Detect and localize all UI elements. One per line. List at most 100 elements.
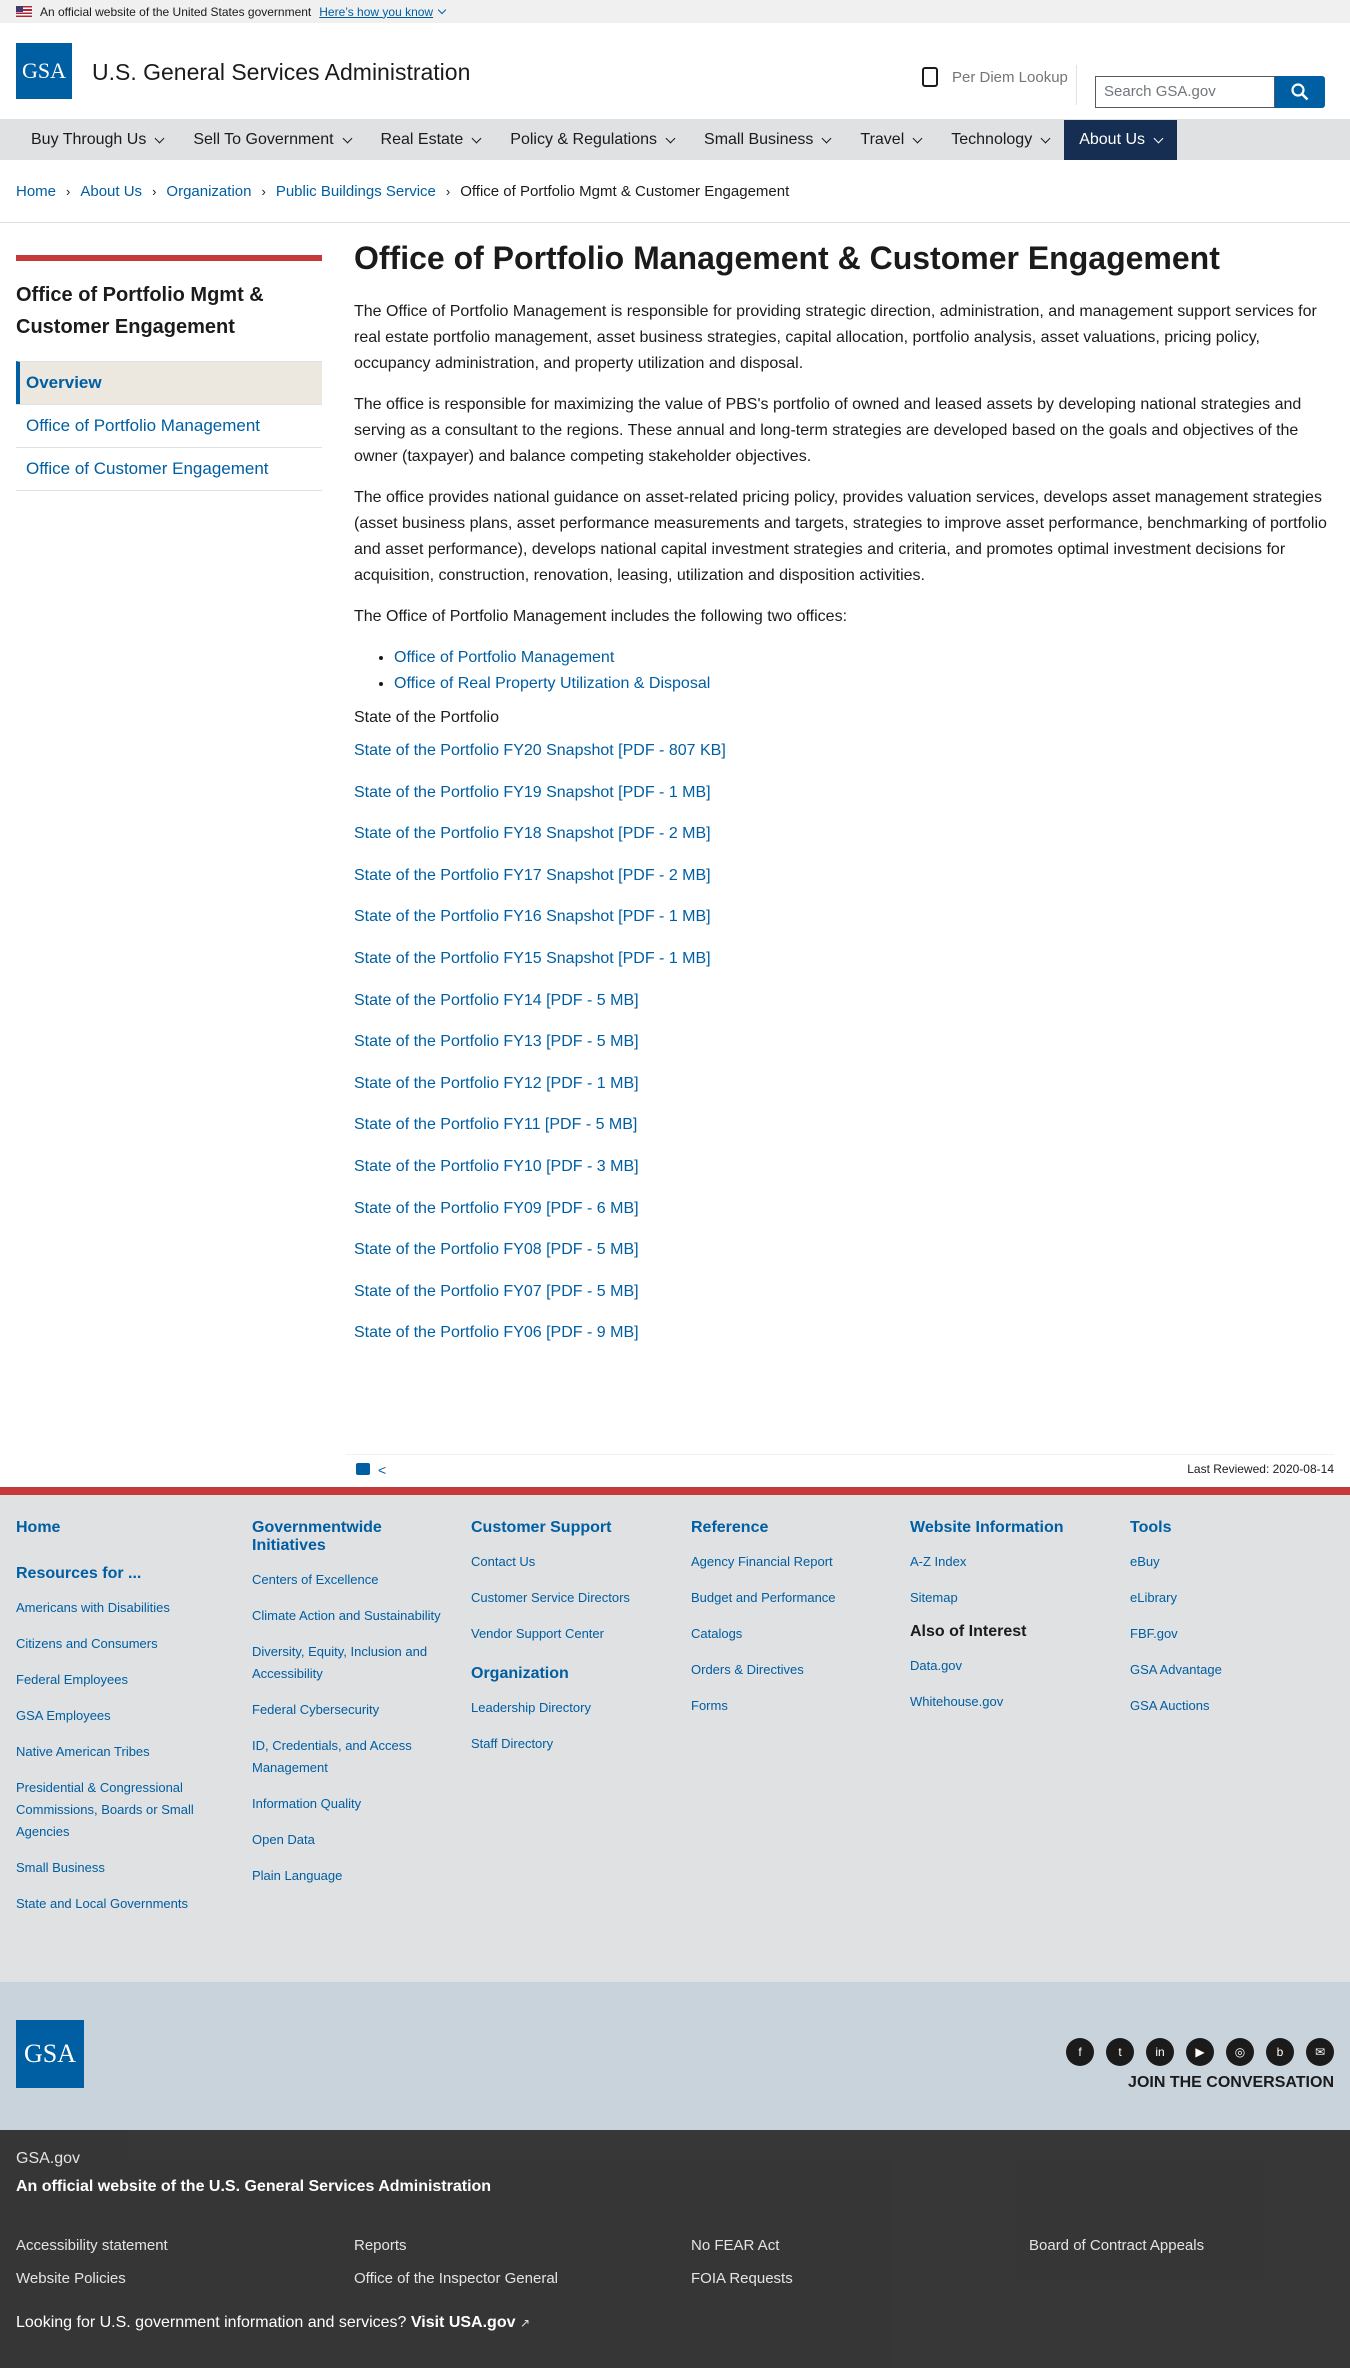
footer-link[interactable]: State and Local Governments — [16, 1893, 216, 1915]
nav-real-estate[interactable]: Real Estate — [366, 120, 496, 160]
report-link[interactable]: State of the Portfolio FY20 Snapshot [PD… — [354, 741, 1334, 761]
search-input[interactable]: Search GSA.gov — [1095, 76, 1275, 108]
footer-link[interactable]: Native American Tribes — [16, 1741, 216, 1763]
footer-link[interactable]: Contact Us — [471, 1551, 661, 1573]
email-icon[interactable]: ✉ — [1306, 2038, 1334, 2066]
footer-link[interactable]: Orders & Directives — [691, 1659, 881, 1681]
linkedin-icon[interactable]: in — [1146, 2038, 1174, 2066]
report-link[interactable]: State of the Portfolio FY15 Snapshot [PD… — [354, 949, 1334, 969]
breadcrumb-organization[interactable]: Organization — [166, 183, 251, 200]
footer-link[interactable]: Small Business — [16, 1857, 216, 1879]
footer-home-link[interactable]: Home — [16, 1519, 216, 1537]
report-link[interactable]: State of the Portfolio FY18 Snapshot [PD… — [354, 824, 1334, 844]
visit-usa-gov-link[interactable]: Visit USA.gov — [411, 2314, 516, 2331]
footer-link[interactable]: Federal Employees — [16, 1669, 216, 1691]
identifier-link[interactable]: FOIA Requests — [691, 2270, 793, 2287]
sidenav-item-portfolio-management[interactable]: Office of Portfolio Management — [16, 404, 322, 447]
site-title[interactable]: U.S. General Services Administration — [92, 59, 470, 86]
chevron-down-icon[interactable] — [437, 5, 447, 14]
breadcrumb-home[interactable]: Home — [16, 183, 56, 200]
footer-link[interactable]: Whitehouse.gov — [910, 1691, 1100, 1713]
nav-small-business[interactable]: Small Business — [689, 120, 845, 160]
how-you-know-link[interactable]: Here’s how you know — [319, 5, 433, 19]
footer-link[interactable]: A-Z Index — [910, 1551, 1100, 1573]
identifier-link[interactable]: No FEAR Act — [691, 2237, 779, 2254]
footer-link[interactable]: Agency Financial Report — [691, 1551, 881, 1573]
footer-link[interactable]: Plain Language — [252, 1865, 442, 1887]
footer-link[interactable]: Citizens and Consumers — [16, 1633, 216, 1655]
identifier-link[interactable]: Accessibility statement — [16, 2237, 168, 2254]
footer-link[interactable]: Information Quality — [252, 1793, 442, 1815]
footer-link[interactable]: ID, Credentials, and Access Management — [252, 1735, 442, 1779]
identifier-link[interactable]: Office of the Inspector General — [354, 2270, 558, 2287]
footer-link[interactable]: Open Data — [252, 1829, 442, 1851]
footer-link[interactable]: Centers of Excellence — [252, 1569, 442, 1591]
footer-link[interactable]: eLibrary — [1130, 1587, 1320, 1609]
sidenav-item-overview[interactable]: Overview — [16, 361, 322, 404]
report-link[interactable]: State of the Portfolio FY10 [PDF - 3 MB] — [354, 1157, 1334, 1177]
identifier-link[interactable]: Reports — [354, 2237, 407, 2254]
breadcrumb-about-us[interactable]: About Us — [80, 183, 142, 200]
footer-heading: Website Information — [910, 1519, 1064, 1536]
usa-gov-callout: Looking for U.S. government information … — [16, 2314, 530, 2332]
report-link[interactable]: State of the Portfolio FY07 [PDF - 5 MB] — [354, 1282, 1334, 1302]
report-link[interactable]: State of the Portfolio FY16 Snapshot [PD… — [354, 907, 1334, 927]
footer-link[interactable]: GSA Advantage — [1130, 1659, 1320, 1681]
nav-policy-regulations[interactable]: Policy & Regulations — [495, 120, 689, 160]
instagram-icon[interactable]: ◎ — [1226, 2038, 1254, 2066]
footer-link[interactable]: Data.gov — [910, 1655, 1100, 1677]
gsa-footer-logo[interactable]: GSA — [16, 2020, 84, 2088]
report-link[interactable]: State of the Portfolio FY11 [PDF - 5 MB] — [354, 1115, 1334, 1135]
report-link[interactable]: State of the Portfolio FY12 [PDF - 1 MB] — [354, 1074, 1334, 1094]
nav-travel[interactable]: Travel — [845, 120, 936, 160]
footer-link[interactable]: Americans with Disabilities — [16, 1597, 216, 1619]
identifier: GSA.gov An official website of the U.S. … — [0, 2130, 1350, 2368]
report-link[interactable]: State of the Portfolio FY09 [PDF - 6 MB] — [354, 1199, 1334, 1219]
footer-link[interactable]: Catalogs — [691, 1623, 881, 1645]
footer-link[interactable]: Sitemap — [910, 1587, 1100, 1609]
identifier-link[interactable]: Board of Contract Appeals — [1029, 2237, 1204, 2254]
footer-link[interactable]: Budget and Performance — [691, 1587, 881, 1609]
search-button[interactable] — [1275, 76, 1325, 108]
footer-link[interactable]: Climate Action and Sustainability — [252, 1605, 442, 1627]
report-link[interactable]: State of the Portfolio FY06 [PDF - 9 MB] — [354, 1323, 1334, 1343]
footer-link[interactable]: eBuy — [1130, 1551, 1320, 1573]
report-link[interactable]: State of the Portfolio FY13 [PDF - 5 MB] — [354, 1032, 1334, 1052]
office-real-property-link[interactable]: Office of Real Property Utilization & Di… — [394, 675, 710, 692]
report-link[interactable]: State of the Portfolio FY17 Snapshot [PD… — [354, 866, 1334, 886]
sidenav-item-customer-engagement[interactable]: Office of Customer Engagement — [16, 447, 322, 491]
facebook-icon[interactable]: f — [1066, 2038, 1094, 2066]
footer-link[interactable]: Staff Directory — [471, 1733, 661, 1755]
share-icon[interactable]: < — [378, 1462, 386, 1478]
identifier-domain: GSA.gov — [16, 2150, 81, 2167]
gsa-logo[interactable]: GSA — [16, 43, 72, 99]
social-links: f t in ▶ ◎ b ✉ — [1066, 2038, 1334, 2066]
footer-link[interactable]: Forms — [691, 1695, 881, 1717]
print-icon[interactable] — [356, 1463, 370, 1475]
identifier-link[interactable]: Website Policies — [16, 2270, 126, 2287]
footer-link[interactable]: Presidential & Congressional Commissions… — [16, 1777, 216, 1843]
divider — [0, 222, 1350, 223]
footer-link[interactable]: GSA Employees — [16, 1705, 216, 1727]
report-link[interactable]: State of the Portfolio FY14 [PDF - 5 MB] — [354, 991, 1334, 1011]
breadcrumb-pbs[interactable]: Public Buildings Service — [276, 183, 436, 200]
footer-link[interactable]: GSA Auctions — [1130, 1695, 1320, 1717]
footer-link[interactable]: Federal Cybersecurity — [252, 1699, 442, 1721]
nav-buy-through-us[interactable]: Buy Through Us — [16, 120, 178, 160]
footer-link[interactable]: FBF.gov — [1130, 1623, 1320, 1645]
youtube-icon[interactable]: ▶ — [1186, 2038, 1214, 2066]
office-portfolio-management-link[interactable]: Office of Portfolio Management — [394, 649, 614, 666]
footer-link[interactable]: Vendor Support Center — [471, 1623, 661, 1645]
nav-sell-to-government[interactable]: Sell To Government — [178, 120, 365, 160]
blog-icon[interactable]: b — [1266, 2038, 1294, 2066]
report-link[interactable]: State of the Portfolio FY08 [PDF - 5 MB] — [354, 1240, 1334, 1260]
paragraph: The office is responsible for maximizing… — [354, 396, 1302, 465]
nav-about-us[interactable]: About Us — [1064, 120, 1178, 160]
twitter-icon[interactable]: t — [1106, 2038, 1134, 2066]
footer-link[interactable]: Customer Service Directors — [471, 1587, 661, 1609]
per-diem-link[interactable]: Per Diem Lookup — [922, 67, 1068, 87]
footer-link[interactable]: Leadership Directory — [471, 1697, 661, 1719]
report-link[interactable]: State of the Portfolio FY19 Snapshot [PD… — [354, 783, 1334, 803]
nav-technology[interactable]: Technology — [936, 120, 1064, 160]
footer-link[interactable]: Diversity, Equity, Inclusion and Accessi… — [252, 1641, 442, 1685]
